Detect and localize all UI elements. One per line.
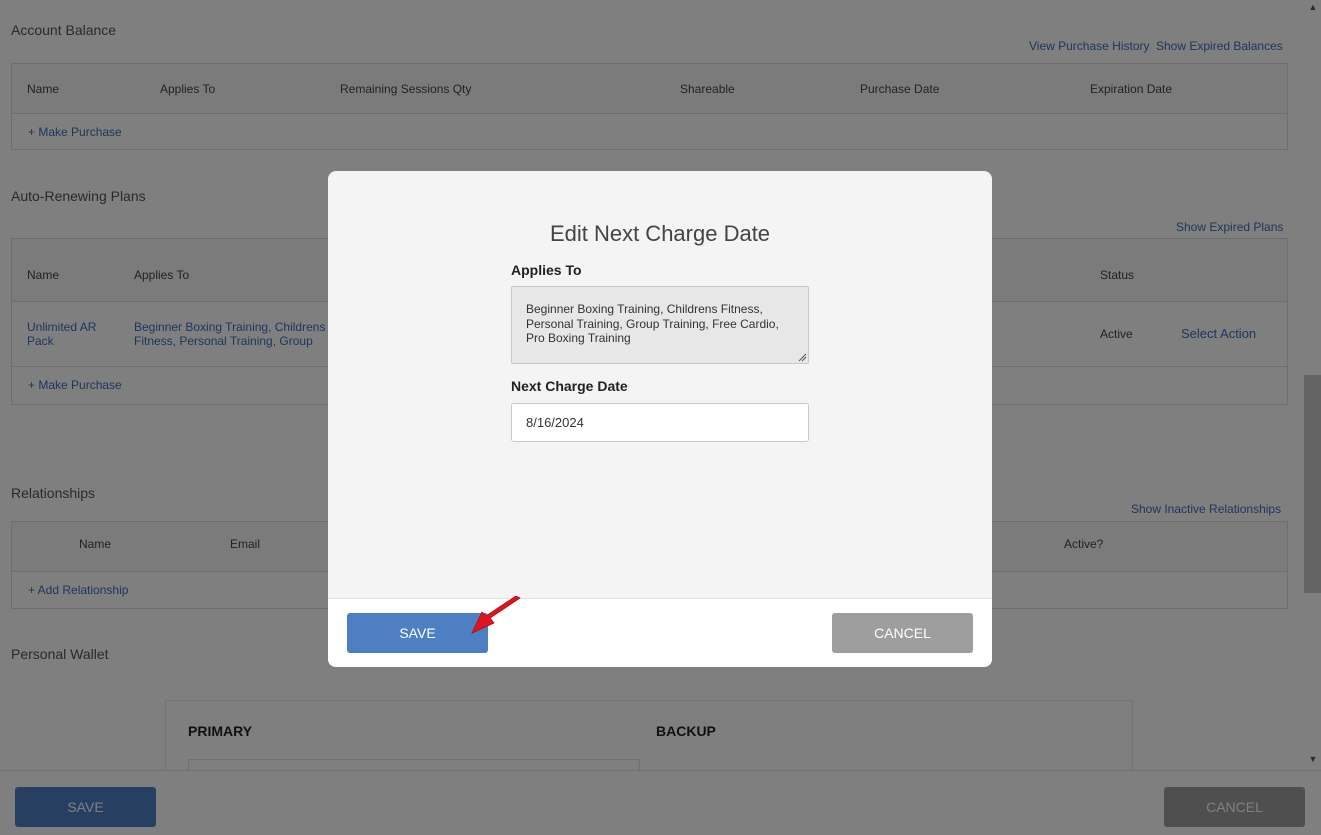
resize-handle-icon[interactable]: [797, 352, 807, 362]
applies-to-textarea: Beginner Boxing Training, Childrens Fitn…: [511, 286, 809, 364]
applies-to-label: Applies To: [511, 262, 582, 278]
next-charge-date-input[interactable]: [511, 403, 809, 442]
applies-to-value: Beginner Boxing Training, Childrens Fitn…: [526, 302, 779, 346]
cancel-button[interactable]: CANCEL: [832, 613, 973, 653]
edit-next-charge-date-dialog: Edit Next Charge Date Applies To Beginne…: [328, 171, 992, 667]
next-charge-date-label: Next Charge Date: [511, 378, 628, 394]
dialog-title: Edit Next Charge Date: [549, 221, 771, 246]
dialog-footer: SAVE CANCEL: [328, 598, 992, 667]
annotation-arrow-icon: [471, 596, 521, 634]
save-button[interactable]: SAVE: [347, 613, 488, 653]
